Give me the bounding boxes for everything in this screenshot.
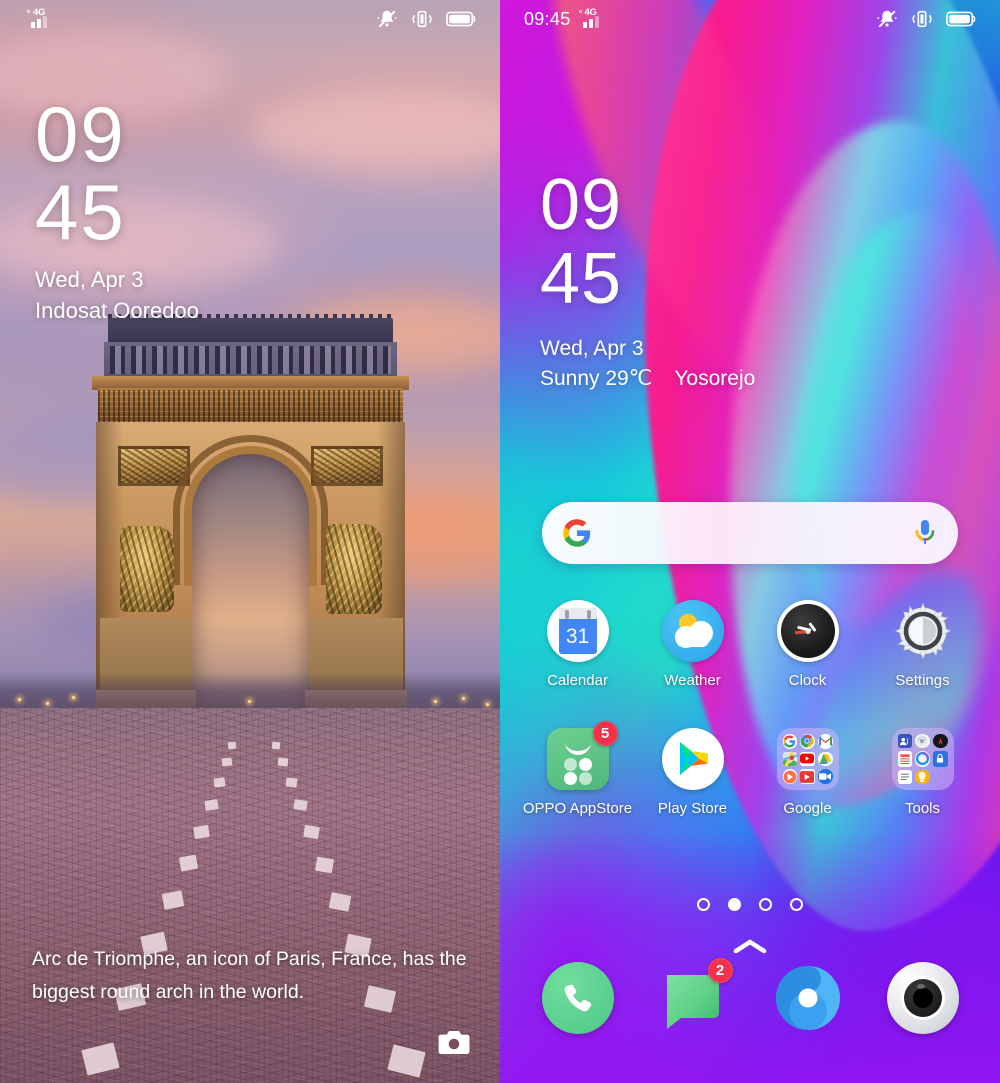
cobblestone-highlights — [0, 708, 500, 1083]
flashlight-icon — [915, 769, 930, 784]
notification-badge: 2 — [707, 958, 733, 983]
play-music-icon — [782, 769, 798, 784]
calendar-day: 31 — [565, 624, 590, 648]
theme-store-icon — [915, 751, 930, 767]
dock-camera[interactable] — [886, 962, 959, 1034]
lockscreen-date: Wed, Apr 3 — [35, 267, 144, 292]
recorder-icon — [915, 734, 930, 749]
clock-icon — [776, 600, 839, 662]
lockscreen-clock: 09 45 — [35, 90, 126, 256]
arc-de-triomphe-illustration — [60, 314, 440, 718]
home-screen: 09:45 4G 09 45 Wed, Apr 3 Sunny 29℃ Yoso… — [500, 0, 1000, 1083]
lockscreen-hours: 09 — [35, 90, 126, 178]
dock-browser[interactable] — [772, 962, 844, 1034]
gmail-icon — [817, 734, 833, 749]
browser-icon — [775, 966, 840, 1030]
homescreen-weather: Sunny 29℃ — [540, 367, 653, 390]
mute-bell-icon — [377, 10, 397, 28]
homescreen-date: Wed, Apr 3 — [540, 337, 644, 360]
app-label: Play Store — [657, 800, 728, 817]
app-label: Settings — [895, 672, 950, 689]
app-weather[interactable]: Weather — [635, 600, 750, 690]
google-search-bar[interactable] — [542, 502, 958, 564]
lock-screen: 4G 09 45 Wed, Apr 3 Indosat Ooredoo Arc … — [0, 0, 500, 1083]
dock-messages[interactable]: 2 — [657, 958, 733, 1034]
folder-tools[interactable]: Tools — [865, 728, 980, 818]
calculator-icon — [897, 751, 913, 767]
homescreen-minutes: 45 — [540, 239, 623, 319]
drive-icon — [817, 751, 833, 767]
duo-icon — [817, 769, 833, 784]
page-dot-3[interactable] — [759, 898, 772, 911]
mute-bell-icon — [877, 10, 897, 28]
phone-icon — [564, 984, 591, 1012]
app-calendar[interactable]: 31 Calendar — [520, 600, 635, 690]
dock: 2 — [500, 958, 1000, 1034]
camera-icon — [438, 1031, 470, 1054]
battery-icon — [946, 11, 976, 27]
oppo-appstore-icon: 5 — [546, 721, 618, 790]
maps-icon — [782, 751, 798, 767]
homescreen-status-bar: 09:45 4G — [500, 0, 1000, 38]
lockscreen-carrier: Indosat Ooredoo — [35, 298, 199, 323]
app-settings[interactable]: Settings — [865, 600, 980, 690]
play-store-icon — [661, 728, 724, 790]
vibrate-icon — [912, 10, 932, 28]
camera-shortcut-button[interactable] — [438, 1029, 470, 1061]
homescreen-location: Yosorejo — [674, 367, 756, 390]
google-g-icon — [563, 519, 591, 547]
app-play-store[interactable]: Play Store — [635, 728, 750, 818]
signal-4g-icon: 4G — [26, 7, 54, 29]
folder-empty-slot — [933, 770, 948, 784]
calendar-icon: 31 — [546, 600, 609, 662]
dual-phone-screenshot: 4G 09 45 Wed, Apr 3 Indosat Ooredoo Arc … — [0, 0, 1000, 1083]
notification-badge: 5 — [592, 721, 618, 746]
homescreen-hours: 09 — [540, 165, 623, 245]
contacts-icon — [897, 734, 913, 749]
wallpaper-caption: Arc de Triomphe, an icon of Paris, Franc… — [32, 948, 467, 1003]
app-oppo-appstore[interactable]: 5 OPPO AppStore — [520, 721, 635, 818]
page-dot-1[interactable] — [697, 898, 710, 911]
folder-preview-grid — [776, 728, 839, 790]
app-clock[interactable]: Clock — [750, 600, 865, 690]
signal-4g-icon: 4G — [578, 7, 606, 29]
battery-icon — [446, 11, 476, 27]
page-dot-4[interactable] — [790, 898, 803, 911]
chrome-icon — [800, 734, 815, 749]
homescreen-weather-widget[interactable]: Wed, Apr 3 Sunny 29℃ Yosorejo — [540, 334, 755, 394]
chevron-up-icon — [733, 939, 767, 954]
folder-preview-grid — [891, 728, 954, 790]
folder-label: Tools — [904, 800, 941, 817]
vibrate-icon — [412, 10, 432, 28]
lockscreen-info: Wed, Apr 3 Indosat Ooredoo — [35, 264, 199, 326]
app-row: 5 OPPO AppStore Play Store Google Tools — [520, 721, 980, 818]
notes-icon — [897, 769, 913, 784]
lockscreen-minutes: 45 — [35, 168, 126, 256]
folder-google[interactable]: Google — [750, 728, 865, 818]
google-g-icon — [782, 734, 798, 749]
play-movies-icon — [800, 769, 815, 784]
app-label: Calendar — [547, 672, 608, 689]
dock-phone[interactable] — [541, 962, 614, 1034]
homescreen-clock-widget[interactable]: 09 45 — [540, 165, 623, 319]
app-label: Clock — [788, 672, 827, 689]
youtube-icon — [800, 751, 815, 767]
status-bar-time: 09:45 — [524, 8, 571, 29]
app-label: OPPO AppStore — [522, 800, 633, 817]
page-dot-2[interactable] — [728, 898, 741, 911]
security-lock-icon — [932, 751, 948, 767]
weather-icon — [661, 600, 724, 662]
app-grid: 31 Calendar Weather Clock Settings 5 OPP… — [520, 600, 980, 818]
page-indicator — [500, 898, 1000, 911]
folder-label: Google — [783, 800, 832, 817]
app-row: 31 Calendar Weather Clock Settings — [520, 600, 980, 690]
settings-icon — [892, 600, 954, 662]
lockscreen-status-bar: 4G — [0, 0, 500, 38]
compass-icon — [932, 734, 948, 749]
app-label: Weather — [664, 672, 721, 689]
microphone-icon[interactable] — [912, 517, 938, 549]
app-drawer-handle[interactable] — [733, 938, 767, 959]
